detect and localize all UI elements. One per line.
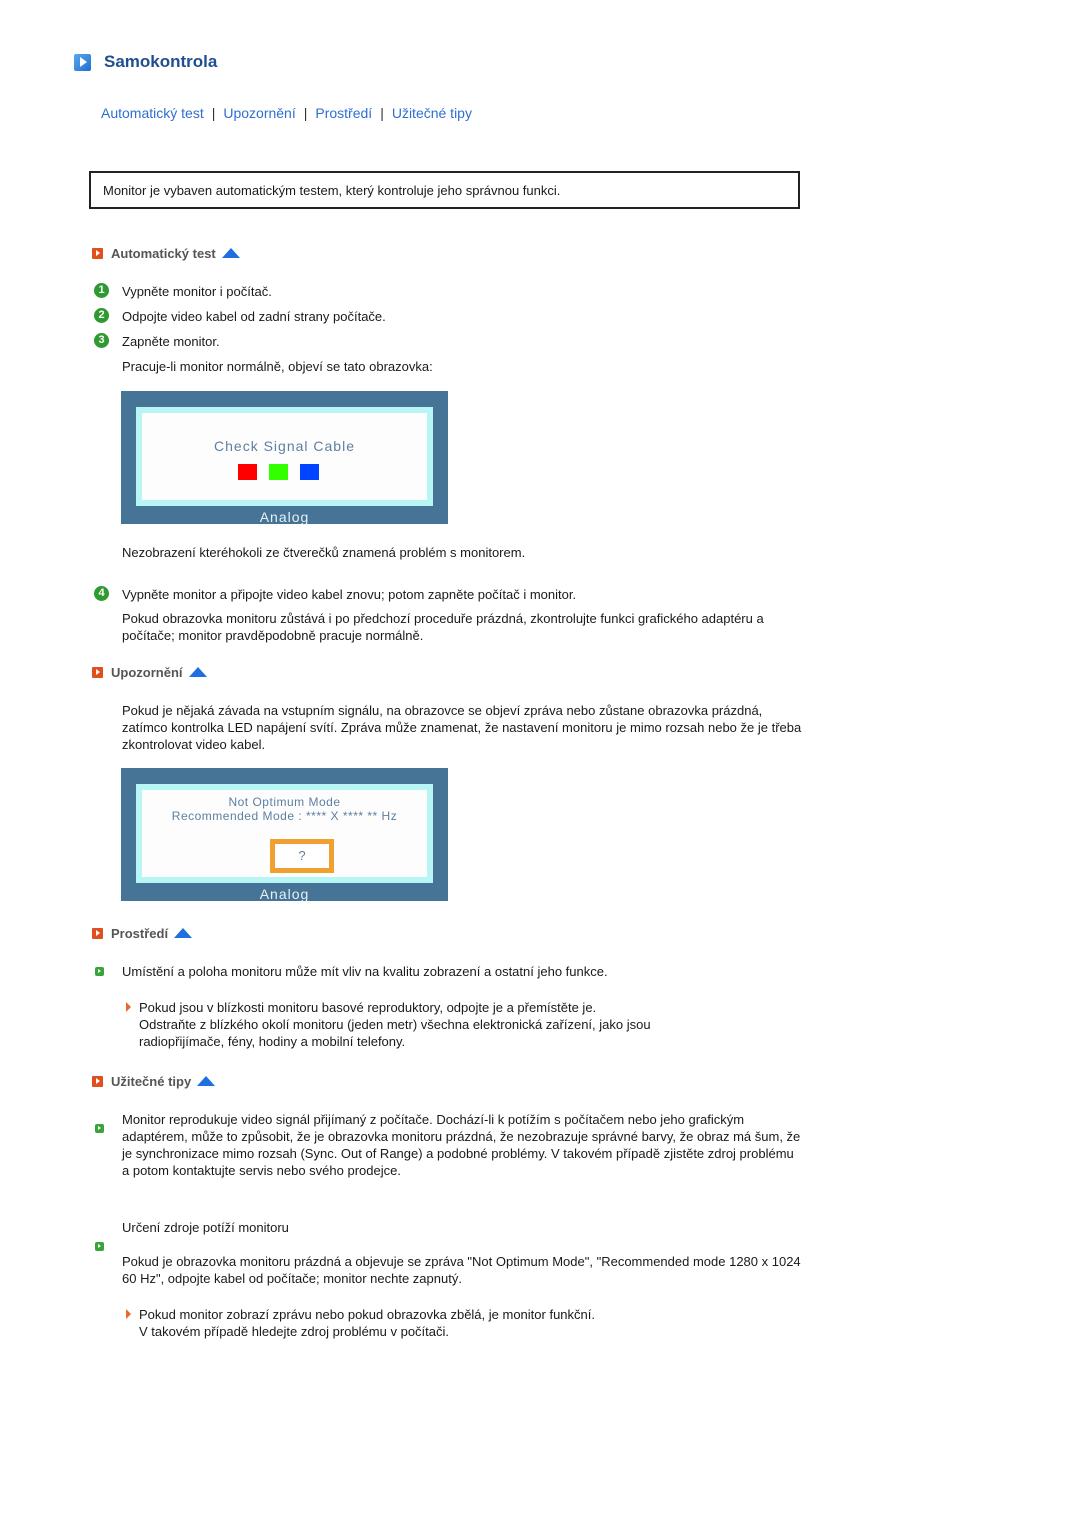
- step-number-2-icon: 2: [94, 308, 109, 323]
- blue-square: [300, 464, 319, 480]
- section-arrow-icon: [92, 248, 103, 259]
- warning-text: Pokud je nějaká závada na vstupním signá…: [122, 703, 802, 752]
- step-4-text: Vypněte monitor a připojte video kabel z…: [122, 587, 577, 602]
- screen-label: Analog: [259, 886, 310, 902]
- nav-link-tips[interactable]: Užitečné tipy: [392, 105, 472, 121]
- section-arrow-icon: [92, 928, 103, 939]
- green-bullet-icon: [95, 1242, 104, 1251]
- back-to-top-icon[interactable]: [221, 247, 240, 258]
- osd-question-button: ?: [270, 839, 334, 873]
- green-bullet-icon: [95, 967, 104, 976]
- squares-note: Nezobrazení kteréhokoli ze čtverečků zna…: [122, 545, 526, 560]
- step-1-text: Vypněte monitor i počítač.: [122, 284, 272, 299]
- nav-separator: |: [380, 105, 384, 121]
- step-number-4-icon: 4: [94, 586, 109, 601]
- tips-text-1: Monitor reprodukuje video signál přijíma…: [122, 1112, 801, 1178]
- section-heading-environment: Prostředí: [92, 926, 193, 941]
- step-number-1-icon: 1: [94, 283, 109, 298]
- osd-line-1: Not Optimum Mode: [228, 795, 341, 809]
- section-heading-tips: Užitečné tipy: [92, 1074, 216, 1089]
- green-bullet-icon: [95, 1124, 104, 1133]
- nav-link-warning[interactable]: Upozornění: [223, 105, 295, 121]
- play-arrow-icon: [74, 53, 91, 71]
- osd-title: Check Signal Cable: [214, 438, 355, 454]
- green-square: [269, 464, 288, 480]
- step-4-note: Pokud obrazovka monitoru zůstává i po př…: [122, 611, 764, 643]
- red-square: [238, 464, 257, 480]
- back-to-top-icon[interactable]: [174, 927, 193, 938]
- section-heading-warning: Upozornění: [92, 665, 207, 680]
- screen-display: Not Optimum Mode Recommended Mode : ****…: [136, 784, 433, 883]
- environment-sub-2: Odstraňte z blízkého okolí monitoru (jed…: [139, 1017, 651, 1049]
- nav-link-environment[interactable]: Prostředí: [315, 105, 372, 121]
- tips-text-2-note: Pokud je obrazovka monitoru prázdná a ob…: [122, 1254, 801, 1286]
- section-arrow-icon: [92, 667, 103, 678]
- check-signal-screen-image: Check Signal Cable Analog: [121, 391, 448, 525]
- screen-display: Check Signal Cable: [136, 407, 433, 506]
- nav-separator: |: [303, 105, 308, 121]
- section-heading-auto-test: Automatický test: [92, 246, 240, 261]
- tips-text-2: Určení zdroje potíží monitoru: [122, 1220, 289, 1235]
- section-arrow-icon: [92, 1076, 103, 1087]
- nav-separator: |: [211, 105, 216, 121]
- not-optimum-screen-image: Not Optimum Mode Recommended Mode : ****…: [121, 768, 448, 902]
- intro-box: Monitor je vybaven automatickým testem, …: [89, 171, 800, 209]
- orange-arrow-icon: [126, 1002, 131, 1012]
- section-title: Prostředí: [111, 926, 169, 941]
- section-title: Upozornění: [111, 665, 183, 680]
- tips-sub-1: Pokud monitor zobrazí zprávu nebo pokud …: [139, 1307, 595, 1322]
- environment-text: Umístění a poloha monitoru může mít vliv…: [122, 964, 608, 979]
- section-title: Automatický test: [111, 246, 216, 261]
- section-nav: Automatický test | Upozornění | Prostřed…: [101, 105, 472, 121]
- page-header: Samokontrola: [74, 52, 217, 72]
- nav-link-auto-test[interactable]: Automatický test: [101, 105, 204, 121]
- step-3-note: Pracuje-li monitor normálně, objeví se t…: [122, 359, 433, 374]
- screen-label: Analog: [259, 509, 310, 525]
- section-title: Užitečné tipy: [111, 1074, 192, 1089]
- osd-line-2: Recommended Mode : **** X **** ** Hz: [171, 809, 398, 823]
- step-2-text: Odpojte video kabel od zadní strany počí…: [122, 309, 386, 324]
- step-number-3-icon: 3: [94, 333, 109, 348]
- back-to-top-icon[interactable]: [188, 666, 207, 677]
- page-title: Samokontrola: [104, 52, 218, 71]
- back-to-top-icon[interactable]: [197, 1075, 216, 1086]
- orange-arrow-icon: [126, 1309, 131, 1319]
- environment-sub-1: Pokud jsou v blízkosti monitoru basové r…: [139, 1000, 597, 1015]
- step-3-text: Zapněte monitor.: [122, 334, 220, 349]
- tips-sub-2: V takovém případě hledejte zdroj problém…: [139, 1324, 450, 1339]
